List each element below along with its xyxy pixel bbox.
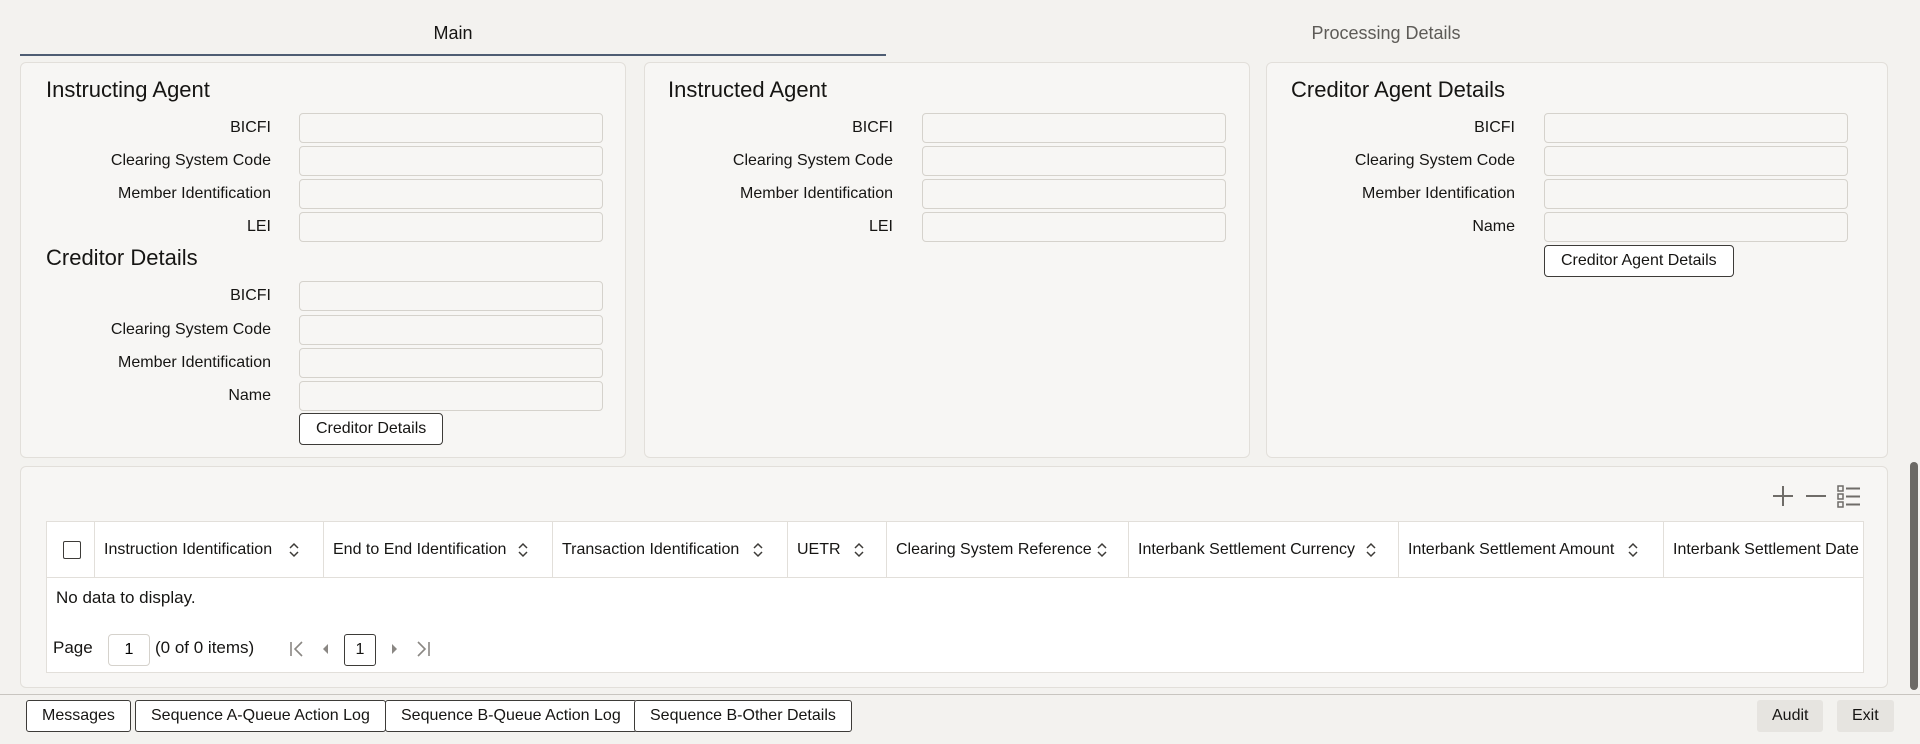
next-page-icon[interactable] <box>384 638 406 660</box>
instructing-agent-member-id-label: Member Identification <box>118 185 271 202</box>
creditor-member-id-label: Member Identification <box>118 354 271 371</box>
creditor-bicfi-input[interactable] <box>299 281 603 311</box>
instructed-agent-bicfi-input[interactable] <box>922 113 1226 143</box>
creditor-name-input[interactable] <box>299 381 603 411</box>
creditor-agent-name-label: Name <box>1472 218 1515 235</box>
instructing-agent-panel: Instructing Agent BICFI Clearing System … <box>20 62 626 458</box>
column-label: Interbank Settlement Date <box>1673 541 1859 558</box>
sort-icon[interactable] <box>1627 542 1639 558</box>
column-label: Interbank Settlement Amount <box>1408 541 1615 558</box>
instructed-agent-member-id-label: Member Identification <box>740 185 893 202</box>
page-number-input[interactable] <box>108 634 150 666</box>
instructed-agent-clearing-code-label: Clearing System Code <box>732 152 893 169</box>
sort-icon[interactable] <box>853 542 865 558</box>
column-header-clearing-system-reference[interactable]: Clearing System Reference <box>887 522 1129 578</box>
sort-icon[interactable] <box>752 542 764 558</box>
tab-bar: Main Processing Details <box>20 14 1888 56</box>
column-label: Transaction Identification <box>562 541 740 558</box>
select-all-cell <box>47 522 95 578</box>
instructed-agent-bicfi-label: BICFI <box>852 119 893 136</box>
first-page-icon[interactable] <box>286 638 308 660</box>
creditor-clearing-code-label: Clearing System Code <box>110 321 271 338</box>
instructed-agent-member-id-input[interactable] <box>922 179 1226 209</box>
instructed-agent-lei-input[interactable] <box>922 212 1226 242</box>
sequence-b-other-details-button[interactable]: Sequence B-Other Details <box>634 700 852 732</box>
tab-main[interactable]: Main <box>20 14 886 56</box>
sort-icon[interactable] <box>288 542 300 558</box>
instructing-agent-clearing-code-input[interactable] <box>299 146 603 176</box>
previous-page-icon[interactable] <box>314 638 336 660</box>
column-header-uetr[interactable]: UETR <box>788 522 887 578</box>
page-label: Page <box>53 638 93 657</box>
column-label: Interbank Settlement Currency <box>1138 541 1355 558</box>
column-label: End to End Identification <box>333 541 507 558</box>
instructing-agent-lei-input[interactable] <box>299 212 603 242</box>
messages-button[interactable]: Messages <box>26 700 131 732</box>
single-record-view-icon[interactable] <box>1836 483 1862 509</box>
creditor-details-title: Creditor Details <box>46 245 198 270</box>
column-label: UETR <box>797 541 841 558</box>
audit-button[interactable]: Audit <box>1757 700 1824 732</box>
sort-icon[interactable] <box>1365 542 1377 558</box>
creditor-bicfi-label: BICFI <box>230 287 271 304</box>
column-header-settlement-amount[interactable]: Interbank Settlement Amount <box>1399 522 1664 578</box>
table-header: Instruction Identification End to End Id… <box>47 522 1863 578</box>
creditor-agent-clearing-code-input[interactable] <box>1544 146 1848 176</box>
creditor-agent-member-id-label: Member Identification <box>1362 185 1515 202</box>
data-table: Instruction Identification End to End Id… <box>46 521 1864 673</box>
creditor-member-id-input[interactable] <box>299 348 603 378</box>
instructing-agent-bicfi-input[interactable] <box>299 113 603 143</box>
instructed-agent-panel: Instructed Agent BICFI Clearing System C… <box>644 62 1250 458</box>
creditor-name-label: Name <box>228 387 271 404</box>
sort-icon[interactable] <box>517 542 529 558</box>
creditor-agent-details-button[interactable]: Creditor Agent Details <box>1544 245 1734 277</box>
instructing-agent-clearing-code-label: Clearing System Code <box>110 152 271 169</box>
creditor-agent-title: Creditor Agent Details <box>1291 77 1505 102</box>
sequence-a-queue-action-log-button[interactable]: Sequence A-Queue Action Log <box>135 700 386 732</box>
instructing-agent-member-id-input[interactable] <box>299 179 603 209</box>
select-all-checkbox[interactable] <box>63 541 81 559</box>
column-label: Clearing System Reference <box>896 541 1092 558</box>
last-page-icon[interactable] <box>412 638 434 660</box>
creditor-agent-name-input[interactable] <box>1544 212 1848 242</box>
column-label: Instruction Identification <box>104 541 273 558</box>
creditor-agent-bicfi-input[interactable] <box>1544 113 1848 143</box>
footer-toolbar: Messages Sequence A-Queue Action Log Seq… <box>0 694 1920 740</box>
exit-button[interactable]: Exit <box>1837 700 1894 732</box>
creditor-agent-member-id-input[interactable] <box>1544 179 1848 209</box>
delete-row-icon[interactable] <box>1803 483 1829 509</box>
creditor-agent-panel: Creditor Agent Details BICFI Clearing Sy… <box>1266 62 1888 458</box>
creditor-clearing-code-input[interactable] <box>299 315 603 345</box>
column-header-settlement-date[interactable]: Interbank Settlement Date <box>1664 522 1863 578</box>
tab-processing-details[interactable]: Processing Details <box>886 14 1886 56</box>
instructed-agent-title: Instructed Agent <box>668 77 827 102</box>
add-row-icon[interactable] <box>1770 483 1796 509</box>
items-count: (0 of 0 items) <box>155 638 255 657</box>
pagination: Page (0 of 0 items) 1 <box>47 632 1863 668</box>
column-header-settlement-currency[interactable]: Interbank Settlement Currency <box>1129 522 1399 578</box>
instructing-agent-lei-label: LEI <box>246 218 271 235</box>
instructed-agent-clearing-code-input[interactable] <box>922 146 1226 176</box>
creditor-details-button[interactable]: Creditor Details <box>299 413 444 445</box>
instructing-agent-bicfi-label: BICFI <box>230 119 271 136</box>
creditor-agent-clearing-code-label: Clearing System Code <box>1354 152 1515 169</box>
no-data-message: No data to display. <box>56 588 196 607</box>
current-page-button[interactable]: 1 <box>344 634 376 666</box>
sort-icon[interactable] <box>1096 542 1108 558</box>
sequence-b-queue-action-log-button[interactable]: Sequence B-Queue Action Log <box>385 700 637 732</box>
instructing-agent-title: Instructing Agent <box>46 77 210 102</box>
vertical-scrollbar[interactable] <box>1910 462 1918 690</box>
creditor-agent-bicfi-label: BICFI <box>1474 119 1515 136</box>
instructed-agent-lei-label: LEI <box>868 218 893 235</box>
